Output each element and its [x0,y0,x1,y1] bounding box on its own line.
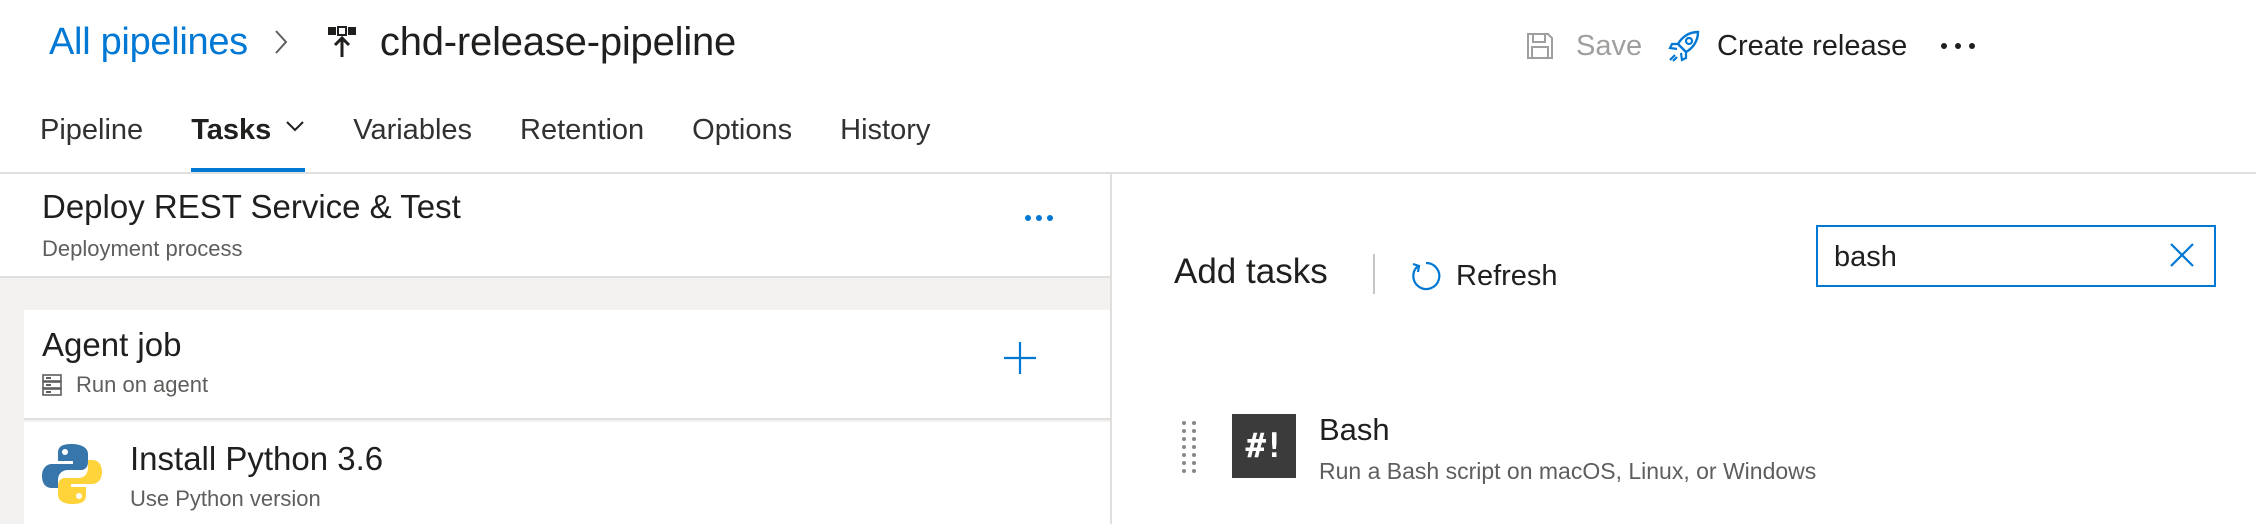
refresh-button[interactable]: Refresh [1410,256,1558,296]
tab-label: Options [692,114,793,146]
agent-job-subtitle: Run on agent [76,372,209,397]
more-icon[interactable] [1940,22,1976,70]
tab-pipeline[interactable]: Pipeline [40,102,143,172]
save-label: Save [1576,29,1643,62]
deployment-title: Deploy REST Service & Test [42,188,461,225]
tab-history[interactable]: History [840,102,930,172]
add-tasks-heading: Add tasks [1174,252,1328,291]
task-subtitle: Use Python version [130,486,321,511]
create-release-button[interactable]: Create release [1667,22,1907,70]
tab-label: History [840,114,931,146]
tab-bar: Pipeline Tasks Variables Retention Optio… [40,102,978,172]
tab-label: Tasks [191,114,272,146]
task-item[interactable]: Install Python 3.6 Use Python version [24,422,1110,524]
clear-icon[interactable] [2168,241,2196,269]
tab-tasks[interactable]: Tasks [191,102,306,172]
search-input[interactable] [1834,237,2154,277]
bash-icon: #! [1232,414,1296,478]
refresh-icon [1410,260,1442,292]
server-icon [42,374,62,396]
pane-divider[interactable] [1110,174,1112,524]
save-button[interactable]: Save [1526,22,1642,70]
drag-handle-icon[interactable] [1180,420,1198,481]
header-actions: Save Create release [0,22,2256,70]
task-result-title: Bash [1319,412,1390,447]
tab-label: Variables [353,114,473,146]
task-search-box[interactable] [1816,225,2216,287]
tab-label: Pipeline [40,114,144,146]
deployment-process-header[interactable]: Deploy REST Service & Test Deployment pr… [0,174,1110,278]
tab-variables[interactable]: Variables [353,102,472,172]
chevron-down-icon [285,120,305,132]
tab-retention[interactable]: Retention [520,102,644,172]
more-icon[interactable] [1024,214,1054,222]
agent-job-subtitle-row: Run on agent [42,372,208,398]
task-result-description: Run a Bash script on macOS, Linux, or Wi… [1319,458,1817,484]
tab-options[interactable]: Options [692,102,792,172]
refresh-label: Refresh [1456,259,1558,292]
create-release-label: Create release [1717,29,1908,62]
deployment-subtitle: Deployment process [42,236,243,261]
python-icon [40,442,104,511]
plus-icon[interactable] [1002,340,1038,376]
divider [1373,254,1375,294]
save-icon [1526,32,1554,60]
agent-job-title: Agent job [42,326,182,363]
task-result-item[interactable]: #! Bash Run a Bash script on macOS, Linu… [1180,408,2180,524]
rocket-icon [1667,29,1701,63]
tab-label: Retention [520,114,645,146]
agent-job-card[interactable]: Agent job Run on agent [24,310,1110,420]
task-title: Install Python 3.6 [130,440,384,477]
